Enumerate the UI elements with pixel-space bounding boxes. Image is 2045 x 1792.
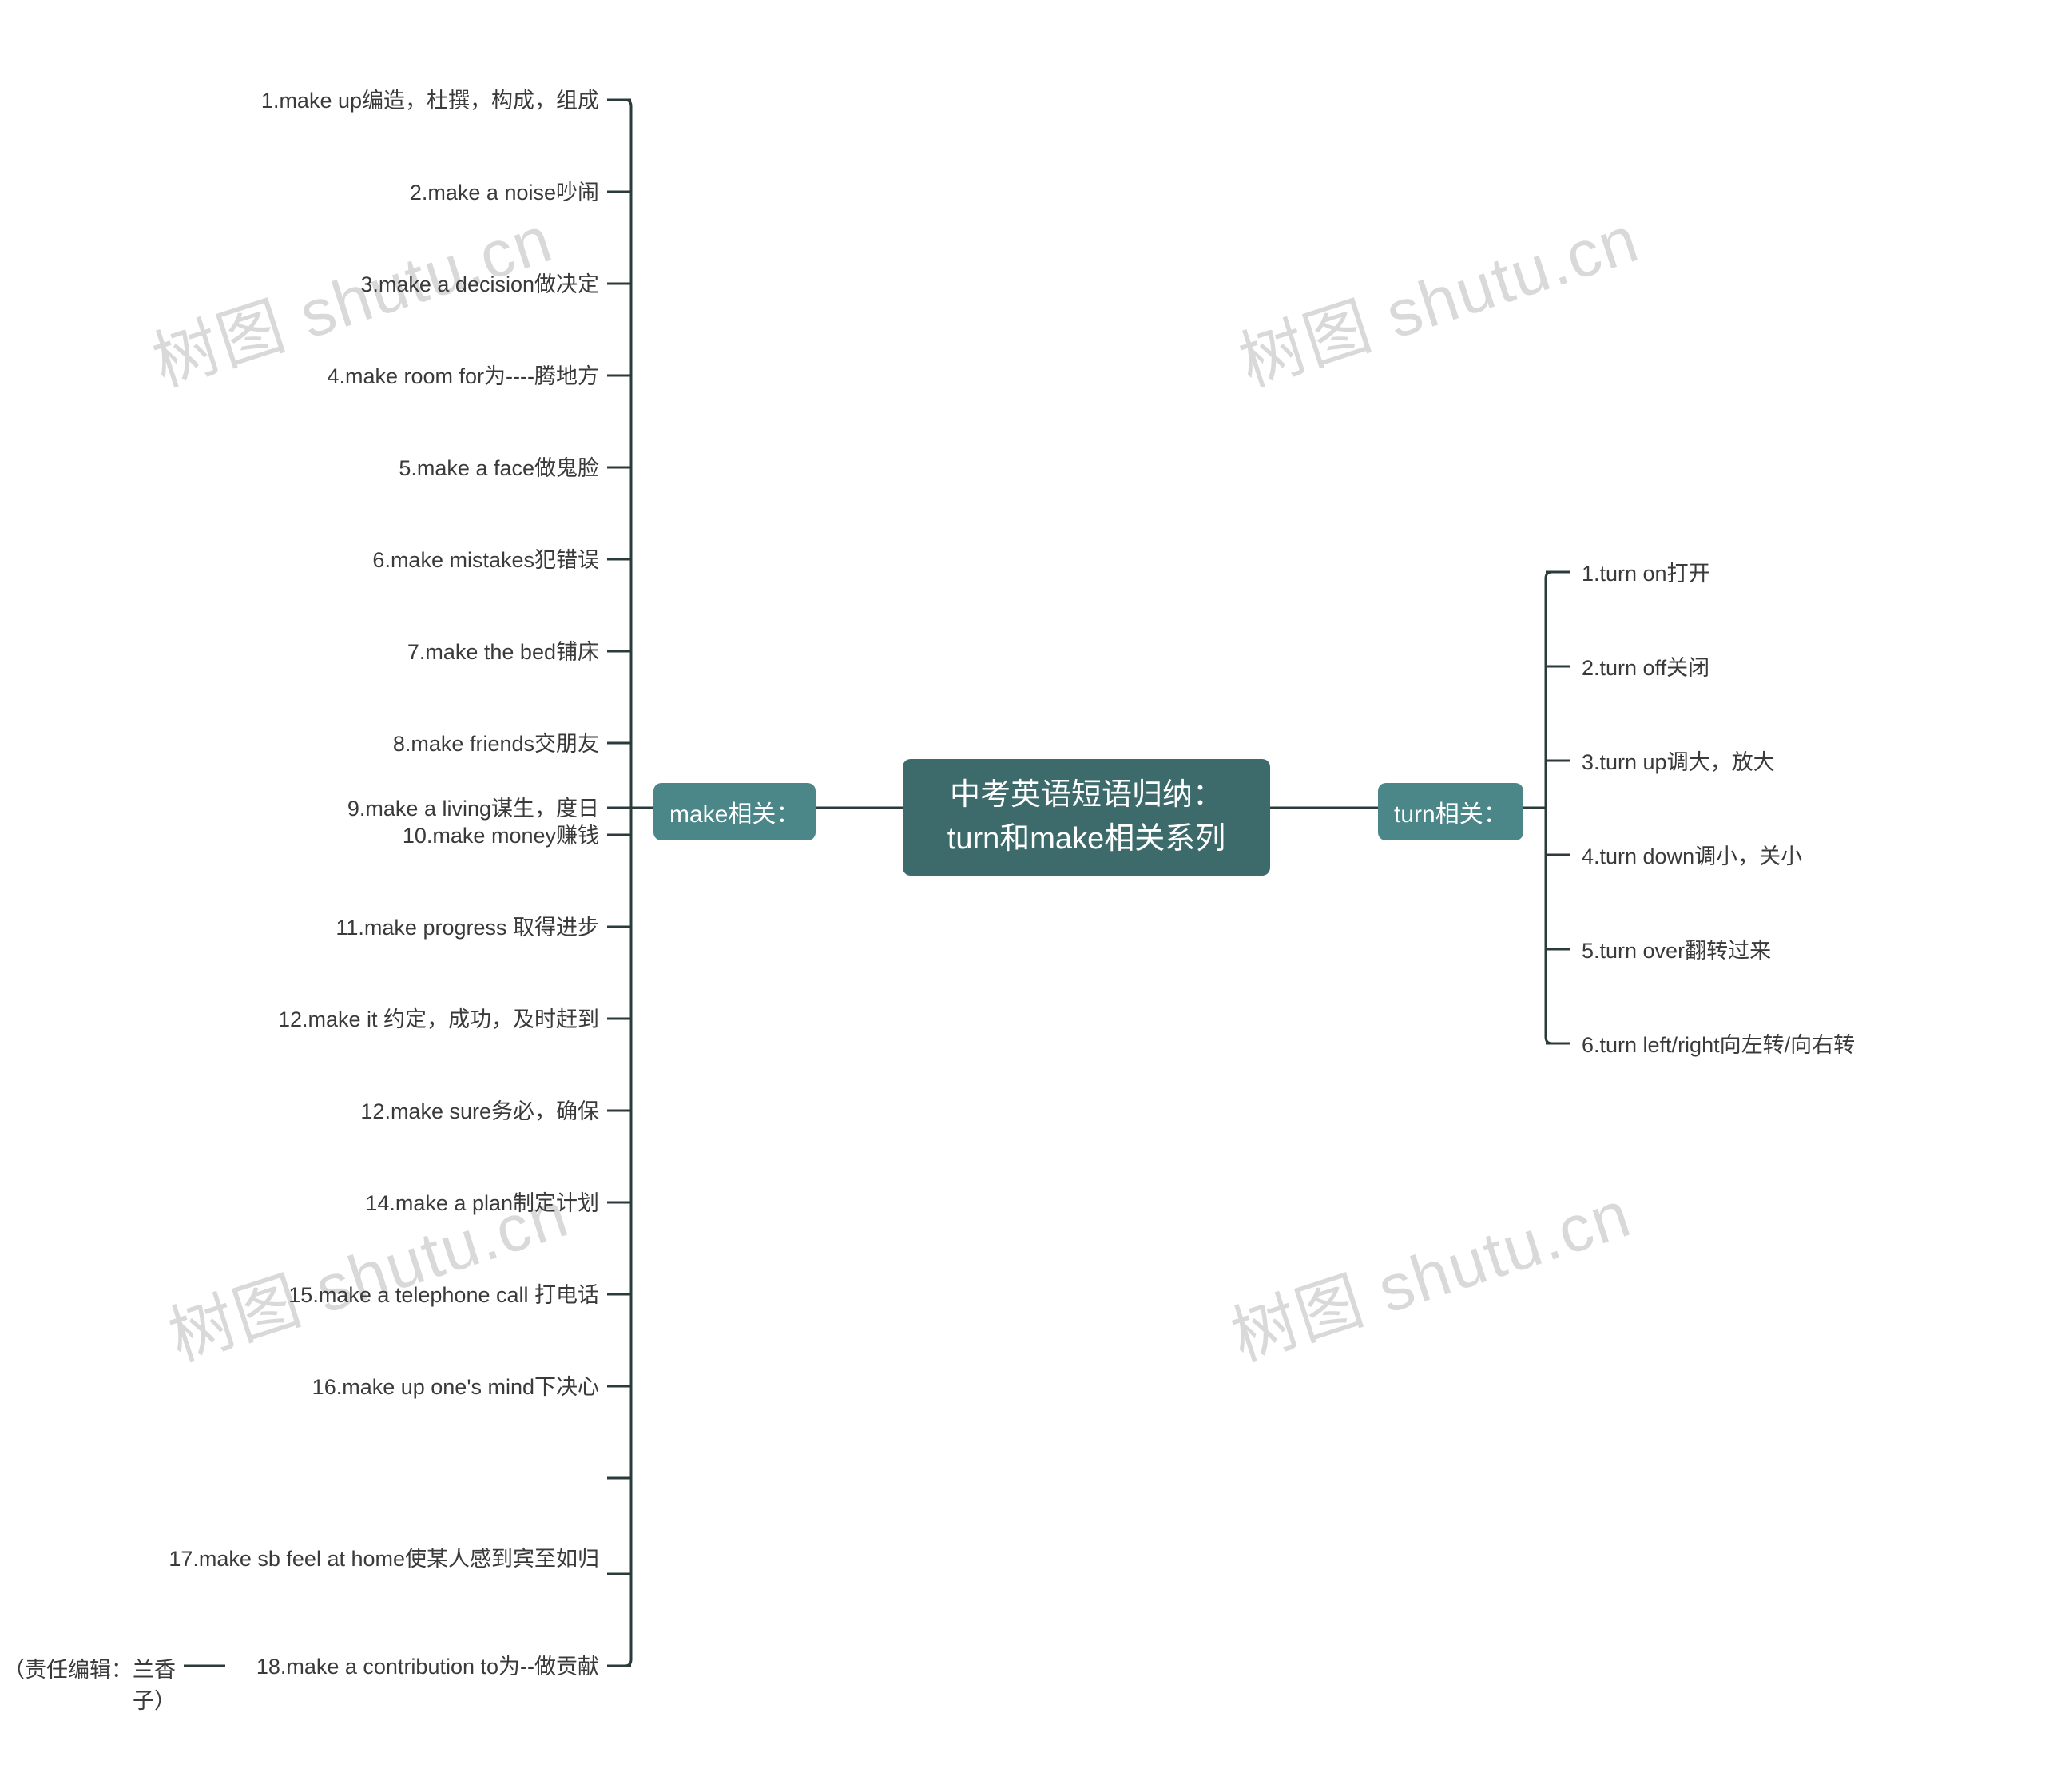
branch-make: make相关： <box>653 783 816 840</box>
make-item-3: 3.make a decision做决定 <box>360 270 599 299</box>
make-item-11: 11.make progress 取得进步 <box>336 913 599 942</box>
make-item-18-child: （责任编辑：兰香子） <box>0 1652 176 1715</box>
turn-item-3: 3.turn up调大，放大 <box>1582 748 1775 777</box>
make-item-12: 12.make it 约定，成功，及时赶到 <box>278 1005 599 1034</box>
make-item-14: 14.make a plan制定计划 <box>365 1189 599 1218</box>
turn-item-4: 4.turn down调小，关小 <box>1582 842 1802 871</box>
branch-turn-label: turn相关： <box>1394 794 1507 829</box>
make-item-4: 4.make room for为----腾地方 <box>327 362 599 391</box>
make-item-6: 6.make mistakes犯错误 <box>372 546 599 574</box>
watermark: 树图 shutu.cn <box>1217 1161 1641 1379</box>
branch-make-label: make相关： <box>669 794 800 829</box>
make-item-16: 16.make up one's mind下决心 <box>312 1373 599 1401</box>
make-item-15: 15.make a telephone call 打电话 <box>288 1281 599 1309</box>
turn-item-1: 1.turn on打开 <box>1582 559 1710 588</box>
turn-item-2: 2.turn off关闭 <box>1582 654 1709 682</box>
make-item-17: 17.make sb feel at home使某人感到宾至如归 <box>136 1544 599 1573</box>
make-item-1: 1.make up编造，杜撰，构成，组成 <box>261 86 599 115</box>
turn-item-6: 6.turn left/right向左转/向右转 <box>1582 1031 1855 1059</box>
make-item-8: 8.make friends交朋友 <box>393 729 599 758</box>
make-item-18: 18.make a contribution to为--做贡献 <box>256 1652 599 1681</box>
make-item-13: 12.make sure务必，确保 <box>360 1097 599 1126</box>
make-item-5: 5.make a face做鬼脸 <box>399 454 599 483</box>
make-item-2: 2.make a noise吵闹 <box>410 178 599 207</box>
turn-item-5: 5.turn over翻转过来 <box>1582 936 1771 965</box>
branch-turn: turn相关： <box>1378 783 1523 840</box>
watermark: 树图 shutu.cn <box>1225 186 1649 404</box>
make-item-7: 7.make the bed铺床 <box>407 638 599 666</box>
make-item-10: 10.make money赚钱 <box>403 821 599 850</box>
connector-lines <box>0 0 2045 1792</box>
root-node: 中考英语短语归纳：turn和make相关系列 <box>903 759 1270 876</box>
root-label: 中考英语短语归纳：turn和make相关系列 <box>925 773 1248 861</box>
make-item-9: 9.make a living谋生，度日 <box>347 794 599 823</box>
